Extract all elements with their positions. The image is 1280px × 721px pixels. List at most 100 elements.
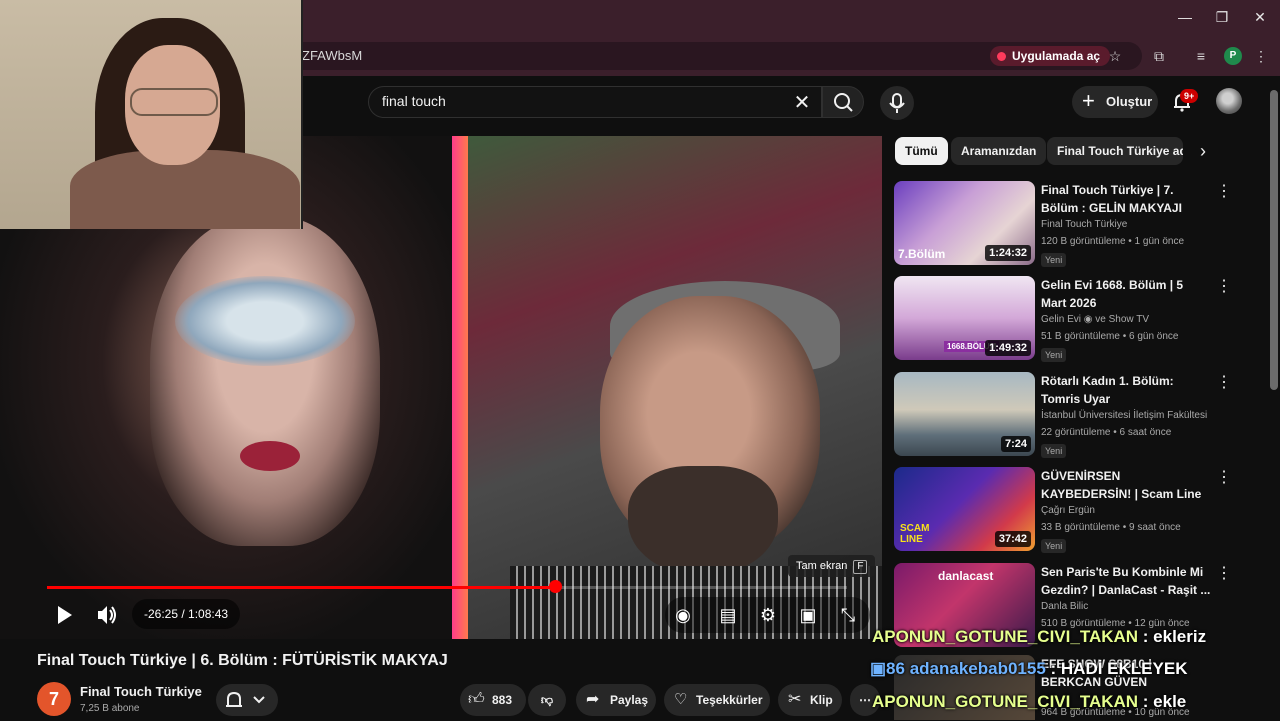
thanks-label: Teşekkürler bbox=[696, 693, 763, 707]
open-in-app-button[interactable]: Uygulamada aç bbox=[990, 46, 1111, 66]
chip-channel[interactable]: Final Touch Türkiye adlı bbox=[1047, 137, 1183, 165]
play-icon bbox=[58, 606, 72, 624]
extensions-icon[interactable]: ⧉ bbox=[1148, 46, 1170, 66]
play-button[interactable] bbox=[47, 598, 81, 632]
chip-from-search[interactable]: Aramanızdan bbox=[951, 137, 1047, 165]
video-title: GÜVENİRSEN KAYBEDERSİN! | Scam Line bbox=[1041, 469, 1202, 501]
chat-badge-icon: ▣86 bbox=[870, 659, 910, 678]
settings-gear-icon[interactable]: ⚙ bbox=[751, 598, 785, 632]
channel-name: İstanbul Üniversitesi İletişim Fakültesi bbox=[1041, 410, 1208, 421]
thumbs-up-icon: 👍︎ bbox=[468, 691, 485, 708]
more-horizontal-icon: ⋯ bbox=[859, 693, 871, 707]
streamer-glasses bbox=[130, 88, 218, 116]
video-meta: 120 B görüntüleme • 1 gün önce bbox=[1041, 236, 1185, 247]
chat-message: ▣86 adanakebab0155 : HADİ EKLEYEK bbox=[870, 659, 1187, 679]
subscriber-count: 7,25 B abone bbox=[80, 703, 140, 714]
scissors-icon: ✂ bbox=[788, 691, 802, 708]
video-thumbnail[interactable]: 7.Bölüm 1:24:32 bbox=[894, 181, 1035, 265]
video-thumbnail[interactable]: SCAM LINE 37:42 bbox=[894, 467, 1035, 551]
progress-scrubber[interactable] bbox=[549, 580, 562, 593]
subscription-bell-button[interactable] bbox=[216, 684, 278, 716]
search-icon bbox=[834, 93, 853, 112]
recommendation-item[interactable]: 1668.BÖLÜM 1:49:32 Gelin Evi 1668. Bölüm… bbox=[894, 276, 1264, 364]
new-badge: Yeni bbox=[1041, 539, 1067, 553]
video-meta: 22 görüntüleme • 6 saat önce bbox=[1041, 427, 1172, 438]
video-duration: 1:49:32 bbox=[985, 340, 1031, 356]
account-avatar[interactable] bbox=[1216, 88, 1242, 114]
voice-search-button[interactable] bbox=[880, 86, 914, 120]
chip-all[interactable]: Tümü bbox=[895, 137, 948, 165]
media-control-icon[interactable]: ≡ bbox=[1190, 46, 1212, 66]
video-title: Rötarlı Kadın 1. Bölüm: Tomris Uyar bbox=[1041, 374, 1174, 406]
webcam-overlay bbox=[0, 0, 303, 229]
video-meta: 33 B görüntüleme • 9 saat önce bbox=[1041, 522, 1181, 533]
time-display: -26:25 / 1:08:43 bbox=[132, 599, 241, 629]
miniplayer-icon[interactable]: ▣ bbox=[791, 598, 825, 632]
channel-name: Gelin Evi ◉ ve Show TV bbox=[1041, 314, 1150, 325]
more-vertical-icon[interactable]: ⋮ bbox=[1216, 372, 1232, 392]
lips bbox=[240, 441, 300, 471]
close-icon[interactable]: ✕ bbox=[1245, 6, 1275, 28]
clip-label: Klip bbox=[810, 693, 833, 707]
new-badge: Yeni bbox=[1041, 253, 1067, 267]
channel-name[interactable]: Final Touch Türkiye bbox=[80, 684, 202, 699]
clear-search-icon[interactable]: ✕ bbox=[792, 90, 812, 115]
video-thumbnail[interactable]: 7:24 bbox=[894, 372, 1035, 456]
chat-text: : HADİ EKLEYEK bbox=[1045, 659, 1188, 678]
video-thumbnail[interactable]: 1668.BÖLÜM 1:49:32 bbox=[894, 276, 1035, 360]
share-icon: ➦ bbox=[586, 691, 600, 708]
bell-dropdown-icon bbox=[226, 691, 265, 707]
tooltip-label: Tam ekran bbox=[796, 560, 848, 572]
chat-text: : ekle bbox=[1138, 692, 1187, 711]
video-meta: 51 B görüntüleme • 6 gün önce bbox=[1041, 331, 1179, 342]
host-beard bbox=[628, 466, 778, 576]
share-label: Paylaş bbox=[610, 693, 649, 707]
browser-profile-avatar[interactable]: P bbox=[1224, 47, 1242, 65]
minimize-icon[interactable]: — bbox=[1170, 6, 1200, 28]
tooltip-key: F bbox=[853, 560, 868, 574]
bookmark-star-icon[interactable]: ☆ bbox=[1104, 46, 1126, 66]
progress-fill bbox=[47, 586, 555, 589]
chevron-right-icon[interactable]: › bbox=[1200, 141, 1206, 162]
more-vertical-icon[interactable]: ⋮ bbox=[1216, 467, 1232, 487]
fullscreen-exit-icon[interactable]: ⤡ bbox=[831, 598, 865, 632]
autoplay-toggle-icon[interactable]: ◉ bbox=[666, 598, 700, 632]
channel-name: Çağrı Ergün bbox=[1041, 505, 1095, 516]
video-duration: 37:42 bbox=[994, 531, 1031, 547]
create-label: Oluştur bbox=[1106, 94, 1153, 109]
volume-button[interactable] bbox=[90, 598, 124, 632]
silver-makeup bbox=[175, 276, 355, 366]
video-title: Gelin Evi 1668. Bölüm | 5 Mart 2026 bbox=[1041, 278, 1184, 310]
new-badge: Yeni bbox=[1041, 348, 1067, 362]
thumbnail-label: danlacast bbox=[938, 569, 994, 583]
channel-logo[interactable]: 7 bbox=[37, 682, 71, 716]
maximize-icon[interactable]: ❐ bbox=[1207, 6, 1237, 28]
browser-menu-icon[interactable]: ⋮ bbox=[1250, 46, 1272, 66]
search-query: final touch bbox=[382, 93, 446, 109]
new-badge: Yeni bbox=[1041, 444, 1067, 458]
channel-name: Danla Bilic bbox=[1041, 601, 1089, 612]
split-divider bbox=[452, 136, 468, 639]
recommendation-item[interactable]: 7.Bölüm 1:24:32 Final Touch Türkiye | 7.… bbox=[894, 181, 1264, 269]
chat-username: adanakebab0155 bbox=[909, 659, 1046, 678]
fullscreen-tooltip: Tam ekran F bbox=[788, 555, 876, 577]
more-vertical-icon[interactable]: ⋮ bbox=[1216, 181, 1232, 201]
thumbnail-label: SCAM LINE bbox=[900, 523, 930, 545]
thumbnail-label: 7.Bölüm bbox=[898, 247, 946, 261]
recommendation-item[interactable]: 7:24 Rötarlı Kadın 1. Bölüm: Tomris Uyar… bbox=[894, 372, 1264, 460]
video-title: Final Touch Türkiye | 7. Bölüm : GELİN M… bbox=[1041, 183, 1182, 215]
volume-icon bbox=[98, 606, 116, 624]
more-vertical-icon[interactable]: ⋮ bbox=[1216, 276, 1232, 296]
chat-username: APONUN_GOTUNE_CIVI_TAKAN bbox=[872, 627, 1139, 646]
recommendation-item[interactable]: SCAM LINE 37:42 GÜVENİRSEN KAYBEDERSİN! … bbox=[894, 467, 1264, 555]
page-scrollbar[interactable] bbox=[1270, 90, 1278, 390]
video-title: Final Touch Türkiye | 6. Bölüm : FÜTÜRİS… bbox=[37, 652, 448, 669]
thumbs-down-icon: 👎︎ bbox=[540, 693, 554, 707]
search-button[interactable] bbox=[822, 86, 864, 118]
open-in-app-label: Uygulamada aç bbox=[1012, 49, 1101, 63]
more-vertical-icon[interactable]: ⋮ bbox=[1216, 563, 1232, 583]
dislike-button[interactable]: 👎︎ bbox=[528, 684, 566, 716]
chat-text: : ekleriz bbox=[1138, 627, 1207, 646]
chat-message: APONUN_GOTUNE_CIVI_TAKAN : ekle bbox=[872, 692, 1186, 712]
subtitles-icon[interactable]: ▤ bbox=[711, 598, 745, 632]
